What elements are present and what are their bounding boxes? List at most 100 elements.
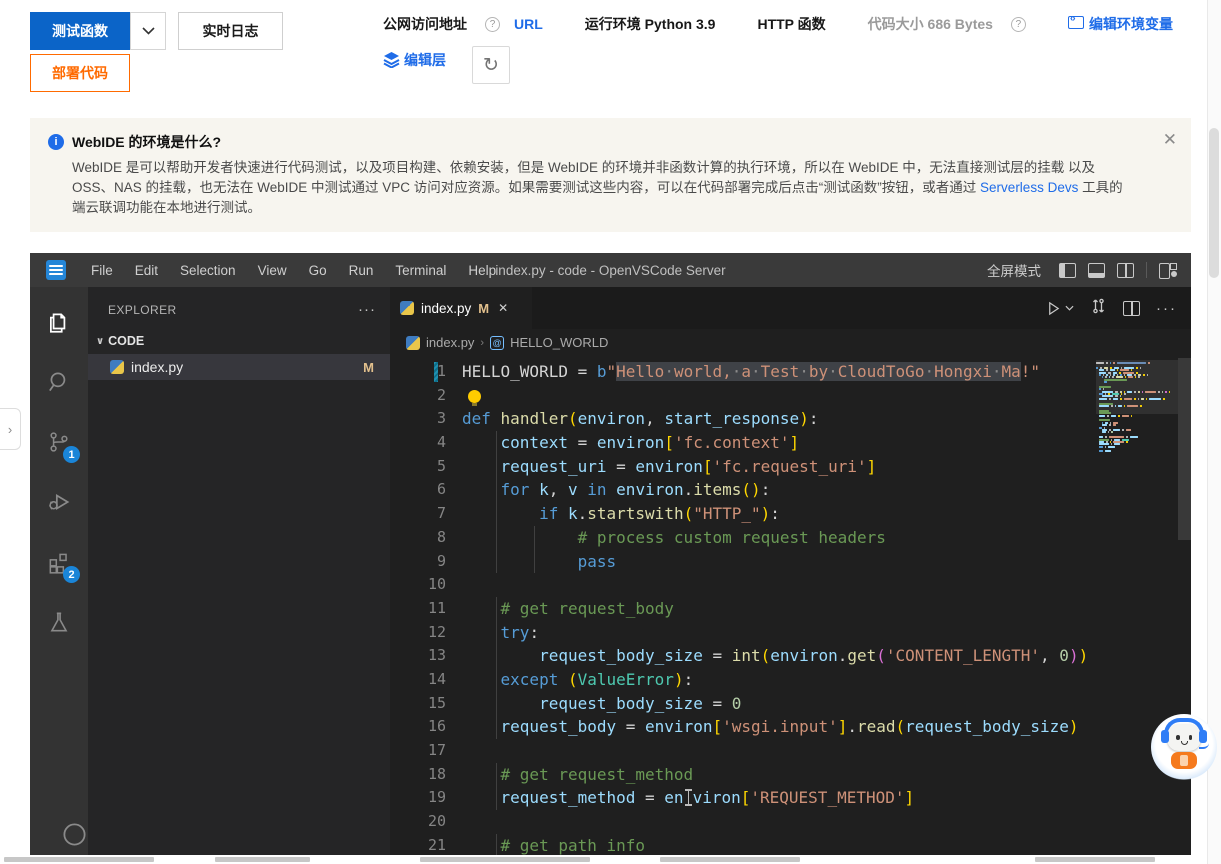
line-number: 15 [390, 692, 446, 716]
code-line[interactable]: 9pass [390, 550, 1191, 574]
code-line[interactable]: 2 [390, 384, 1191, 408]
file-item-indexpy[interactable]: index.py M [88, 354, 390, 380]
customize-layout-icon[interactable] [1159, 263, 1177, 278]
fullscreen-mode-button[interactable]: 全屏模式 [987, 260, 1041, 280]
menu-help[interactable]: Help [457, 263, 507, 278]
runtime-label: 运行环境 Python 3.9 [585, 14, 716, 34]
indent-guide [496, 763, 497, 787]
page-scrollbar-thumb[interactable] [1209, 128, 1219, 278]
indent-guide [496, 834, 497, 855]
code-line[interactable]: 19request_method = environ['REQUEST_METH… [390, 786, 1191, 810]
code-line[interactable]: 4context = environ['fc.context'] [390, 431, 1191, 455]
help-icon[interactable]: ? [1011, 17, 1026, 32]
close-tab-icon[interactable]: ✕ [498, 301, 508, 315]
banner-close-icon[interactable]: ✕ [1163, 130, 1177, 150]
indent-guide [496, 526, 497, 550]
more-actions-icon[interactable]: ··· [1156, 300, 1177, 317]
url-link[interactable]: URL [514, 16, 543, 32]
explorer-more-icon[interactable]: ··· [358, 301, 376, 318]
code-line[interactable]: 14except (ValueError): [390, 668, 1191, 692]
lightbulb-code-action-icon[interactable] [468, 390, 481, 403]
code-line[interactable]: 17 [390, 739, 1191, 763]
menu-run[interactable]: Run [338, 263, 385, 278]
chevron-down-icon [142, 27, 155, 35]
code-line[interactable]: 21# get path info [390, 834, 1191, 855]
test-function-button[interactable]: 测试函数 [30, 12, 130, 50]
run-file-button[interactable] [1046, 301, 1074, 316]
code-line[interactable]: 5request_uri = environ['fc.request_uri'] [390, 455, 1191, 479]
layers-icon [383, 52, 400, 68]
indent-guide [534, 526, 535, 550]
line-number: 2 [390, 384, 446, 408]
python-file-icon [400, 301, 414, 315]
serverless-devs-link[interactable]: Serverless Devs [980, 180, 1078, 195]
code-line[interactable]: 8# process custom request headers [390, 526, 1191, 550]
menu-selection[interactable]: Selection [169, 263, 247, 278]
line-number: 17 [390, 739, 446, 763]
extensions-icon[interactable]: 2 [30, 535, 88, 589]
testing-icon[interactable] [30, 595, 88, 649]
modified-badge: M [478, 301, 489, 316]
indent-guide [496, 786, 497, 810]
help-icon[interactable]: ? [485, 17, 500, 32]
line-number: 5 [390, 455, 446, 479]
tab-indexpy[interactable]: index.py M ✕ [390, 287, 532, 329]
menu-edit[interactable]: Edit [124, 263, 169, 278]
indent-guide [496, 478, 497, 502]
code-line[interactable]: 20 [390, 810, 1191, 834]
info-icon: i [48, 134, 64, 150]
clipped-text-fragment [1035, 857, 1155, 862]
code-editor[interactable]: 1HELLO_WORLD = b"Hello·world,·a·Test·by·… [390, 358, 1191, 855]
toggle-panel-icon[interactable] [1088, 263, 1105, 278]
indent-guide [496, 597, 497, 621]
editor-scrollbar[interactable] [1178, 358, 1191, 540]
open-changes-icon[interactable] [1090, 298, 1107, 319]
run-debug-icon[interactable] [30, 475, 88, 529]
source-control-icon[interactable]: 1 [30, 415, 88, 469]
edit-env-vars-link[interactable]: 编辑环境变量 [1068, 14, 1173, 34]
minimap[interactable] [1096, 362, 1178, 453]
deploy-code-button[interactable]: 部署代码 [30, 54, 130, 92]
search-icon[interactable] [30, 355, 88, 409]
clipped-text-fragment [215, 857, 310, 862]
customer-service-mascot[interactable] [1151, 714, 1217, 780]
menu-view[interactable]: View [247, 263, 298, 278]
line-number: 19 [390, 786, 446, 810]
indent-guide [496, 692, 497, 716]
code-line[interactable]: 18# get request_method [390, 763, 1191, 787]
code-line[interactable]: 1HELLO_WORLD = b"Hello·world,·a·Test·by·… [390, 360, 1191, 384]
code-line[interactable]: 16request_body = environ['wsgi.input'].r… [390, 715, 1191, 739]
test-function-dropdown[interactable] [130, 12, 166, 50]
code-line[interactable]: 13request_body_size = int(environ.get('C… [390, 644, 1191, 668]
openvscode-logo-icon [46, 260, 66, 280]
realtime-log-button[interactable]: 实时日志 [178, 12, 283, 50]
divider [1146, 262, 1147, 278]
mascot-head [1167, 724, 1201, 751]
code-line[interactable]: 6for k, v in environ.items(): [390, 478, 1191, 502]
menu-go[interactable]: Go [298, 263, 338, 278]
code-line[interactable]: 7if k.startswith("HTTP_"): [390, 502, 1191, 526]
indent-guide [496, 502, 497, 526]
menu-file[interactable]: File [80, 263, 124, 278]
breadcrumb[interactable]: index.py › @ HELLO_WORLD [390, 329, 1191, 356]
code-line[interactable]: 10 [390, 573, 1191, 597]
function-meta-row: 公网访问地址? URL 运行环境 Python 3.9 HTTP 函数 代码大小… [383, 14, 1173, 34]
refresh-button[interactable]: ↻ [472, 46, 510, 84]
code-line[interactable]: 15request_body_size = 0 [390, 692, 1191, 716]
toggle-sidebar-icon[interactable] [1059, 263, 1076, 278]
line-number: 4 [390, 431, 446, 455]
menu-terminal[interactable]: Terminal [384, 263, 457, 278]
explorer-icon[interactable] [30, 295, 88, 349]
split-editor-icon[interactable] [1123, 301, 1140, 316]
edit-layer-link[interactable]: 编辑层 [383, 50, 446, 70]
code-section-header[interactable]: ∨ CODE [88, 328, 390, 354]
code-size-label: 代码大小 686 Bytes [868, 14, 993, 34]
code-line[interactable]: 12try: [390, 621, 1191, 645]
code-line[interactable]: 11# get request_body [390, 597, 1191, 621]
indent-guide [496, 668, 497, 692]
expand-panel-button[interactable]: › [0, 408, 21, 450]
toggle-secondary-sidebar-icon[interactable] [1117, 263, 1134, 278]
line-number: 14 [390, 668, 446, 692]
code-line[interactable]: 3def handler(environ, start_response): [390, 407, 1191, 431]
titlebar: FileEditSelectionViewGoRunTerminalHelp i… [30, 253, 1191, 287]
